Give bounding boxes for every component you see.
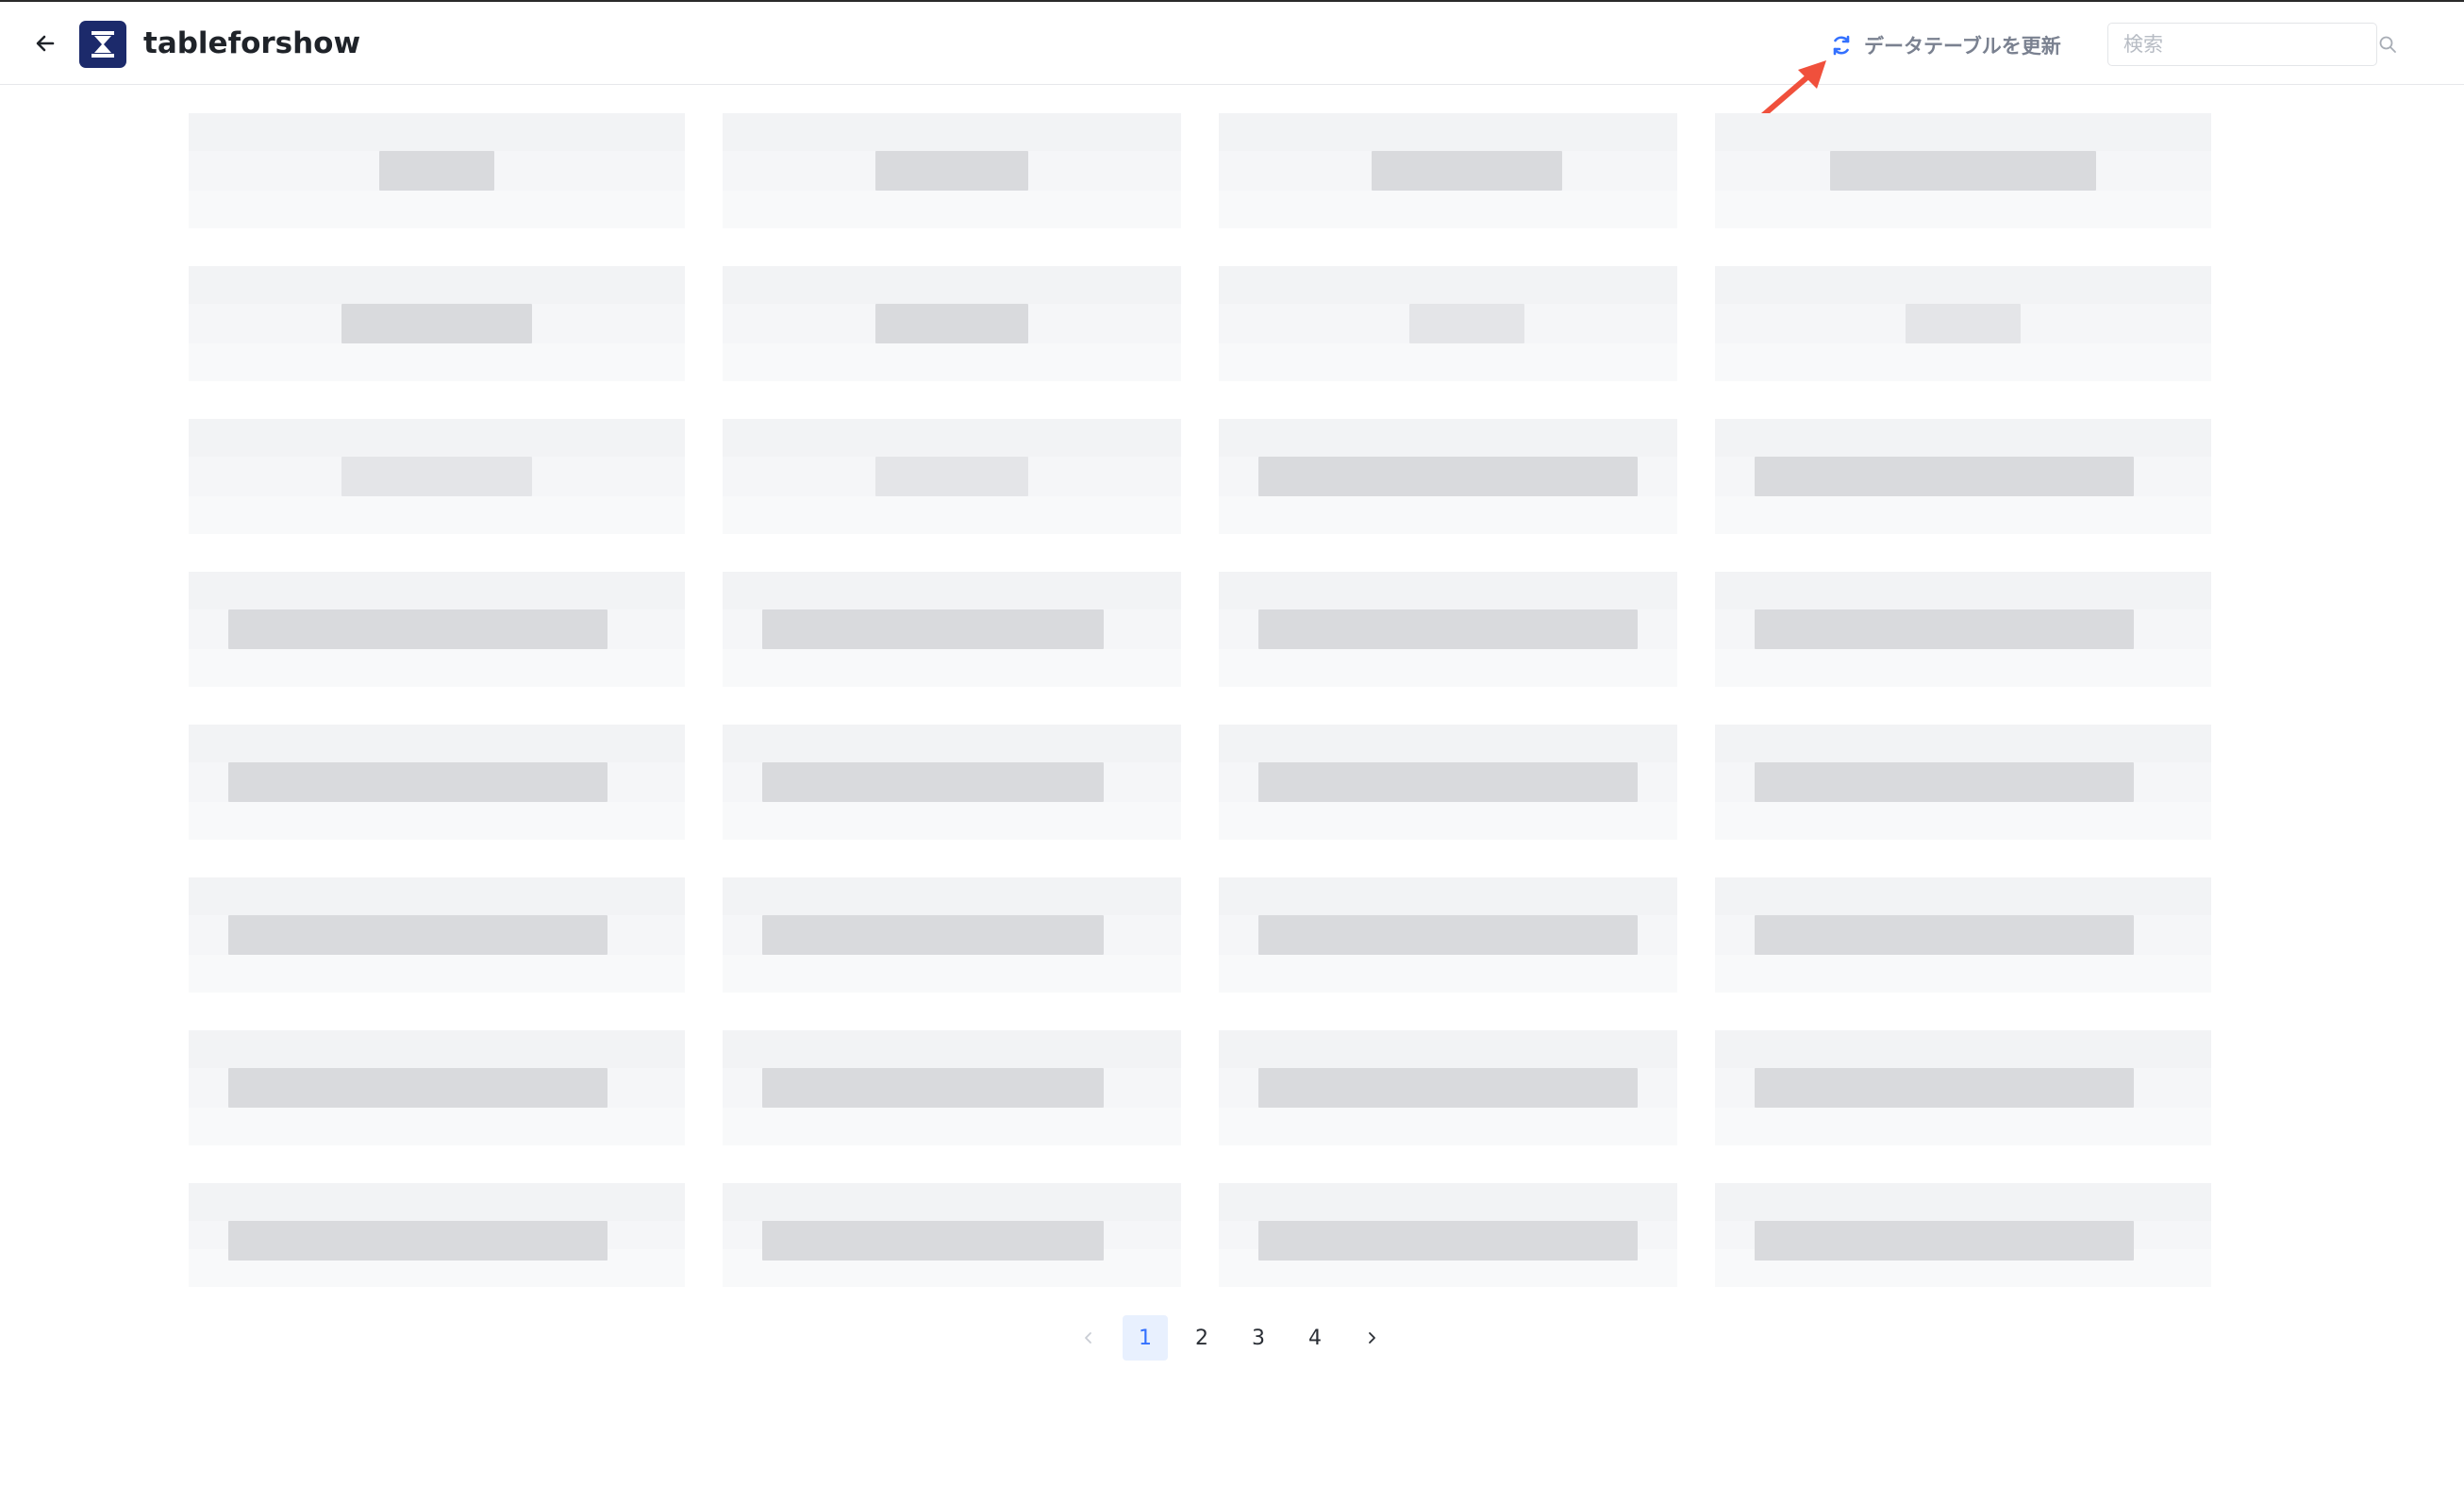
table-cell (1715, 725, 2211, 840)
hourglass-logo-icon (92, 31, 114, 58)
table-cell (1219, 877, 1677, 993)
table-cell (189, 572, 685, 687)
table-row (189, 113, 2211, 228)
table-cell (1715, 1183, 2211, 1287)
table-cell (1219, 419, 1677, 534)
page-1-button[interactable]: 1 (1123, 1315, 1168, 1361)
table-cell (189, 1183, 685, 1287)
top-bar: tableforshow データテーブルを更新 (0, 0, 2464, 85)
chevron-right-icon (1369, 1332, 1375, 1344)
back-arrow-icon (36, 35, 55, 52)
blurred-data-table (189, 113, 2211, 1293)
table-row (189, 266, 2211, 381)
table-cell (1219, 1030, 1677, 1145)
table-row (189, 725, 2211, 840)
page-4-button[interactable]: 4 (1292, 1315, 1338, 1361)
page-2-button[interactable]: 2 (1179, 1315, 1224, 1361)
table-cell (723, 725, 1181, 840)
table-row (189, 419, 2211, 534)
table-row (189, 1030, 2211, 1145)
table-cell (723, 572, 1181, 687)
refresh-label: データテーブルを更新 (1864, 35, 2061, 58)
table-cell (723, 113, 1181, 228)
refresh-data-table-button[interactable]: データテーブルを更新 (1830, 26, 2061, 64)
search-box[interactable] (2107, 23, 2396, 66)
pagination: 1 2 3 4 (1066, 1315, 1394, 1361)
table-cell (189, 877, 685, 993)
table-cell (1219, 1183, 1677, 1287)
table-cell (1715, 1030, 2211, 1145)
table-cell (1219, 572, 1677, 687)
table-cell (189, 725, 685, 840)
back-button[interactable] (26, 25, 64, 62)
table-cell (1219, 266, 1677, 381)
app-logo (79, 21, 126, 68)
prev-page-button[interactable] (1066, 1315, 1111, 1361)
table-cell (189, 113, 685, 228)
table-cell (1715, 266, 2211, 381)
table-cell (1715, 113, 2211, 228)
table-cell (723, 1183, 1181, 1287)
table-cell (189, 419, 685, 534)
table-cell (723, 266, 1181, 381)
next-page-button[interactable] (1349, 1315, 1394, 1361)
search-icon (2379, 36, 2396, 53)
table-cell (189, 1030, 685, 1145)
table-cell (723, 419, 1181, 534)
table-row (189, 1183, 2211, 1287)
table-cell (1219, 725, 1677, 840)
table-cell (1715, 419, 2211, 534)
table-cell (189, 266, 685, 381)
table-row (189, 877, 2211, 993)
table-cell (723, 1030, 1181, 1145)
page-3-button[interactable]: 3 (1236, 1315, 1281, 1361)
search-input[interactable] (2108, 25, 2378, 64)
table-cell (1219, 113, 1677, 228)
table-cell (723, 877, 1181, 993)
table-cell (1715, 877, 2211, 993)
table-cell (1715, 572, 2211, 687)
search-icon-button[interactable] (2378, 25, 2397, 63)
app-title: tableforshow (143, 26, 361, 60)
chevron-left-icon (1085, 1332, 1091, 1344)
table-row (189, 572, 2211, 687)
